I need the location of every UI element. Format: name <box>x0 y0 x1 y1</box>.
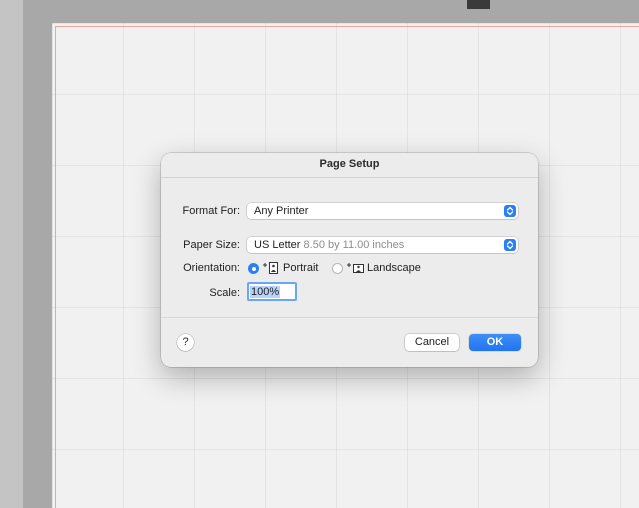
scale-label: Scale: <box>209 287 240 299</box>
format-for-label: Format For: <box>182 205 240 217</box>
portrait-orientation-icon <box>263 262 278 274</box>
landscape-orientation-icon <box>347 263 364 273</box>
dialog-title: Page Setup <box>319 158 380 170</box>
popup-chevrons-icon <box>504 239 516 251</box>
orientation-label: Orientation: <box>183 262 240 274</box>
dialog-titlebar: Page Setup <box>161 153 538 178</box>
scale-value: 100% <box>250 286 281 298</box>
left-panel-strip <box>0 0 24 508</box>
paper-size-text: US Letter 8.50 by 11.00 inches <box>254 239 404 251</box>
help-button[interactable]: ? <box>177 334 194 351</box>
page-setup-dialog: Page Setup Format For: Any Printer Paper… <box>161 153 538 367</box>
landscape-label[interactable]: Landscape <box>367 262 421 274</box>
cancel-button[interactable]: Cancel <box>405 334 459 351</box>
portrait-radio[interactable] <box>248 263 259 274</box>
paper-size-value: US Letter <box>254 239 301 251</box>
paper-size-label: Paper Size: <box>183 239 240 251</box>
toolbar-edge-block <box>467 0 490 9</box>
scale-input[interactable]: 100% <box>247 282 297 301</box>
ok-button[interactable]: OK <box>469 334 521 351</box>
popup-chevrons-icon <box>504 205 516 217</box>
format-for-value: Any Printer <box>254 205 309 217</box>
landscape-radio[interactable] <box>332 263 343 274</box>
portrait-label[interactable]: Portrait <box>283 262 318 274</box>
paper-size-detail: 8.50 by 11.00 inches <box>303 239 405 251</box>
paper-size-popup[interactable]: US Letter 8.50 by 11.00 inches <box>247 237 518 253</box>
format-for-popup[interactable]: Any Printer <box>247 203 518 219</box>
dialog-divider <box>161 317 538 318</box>
